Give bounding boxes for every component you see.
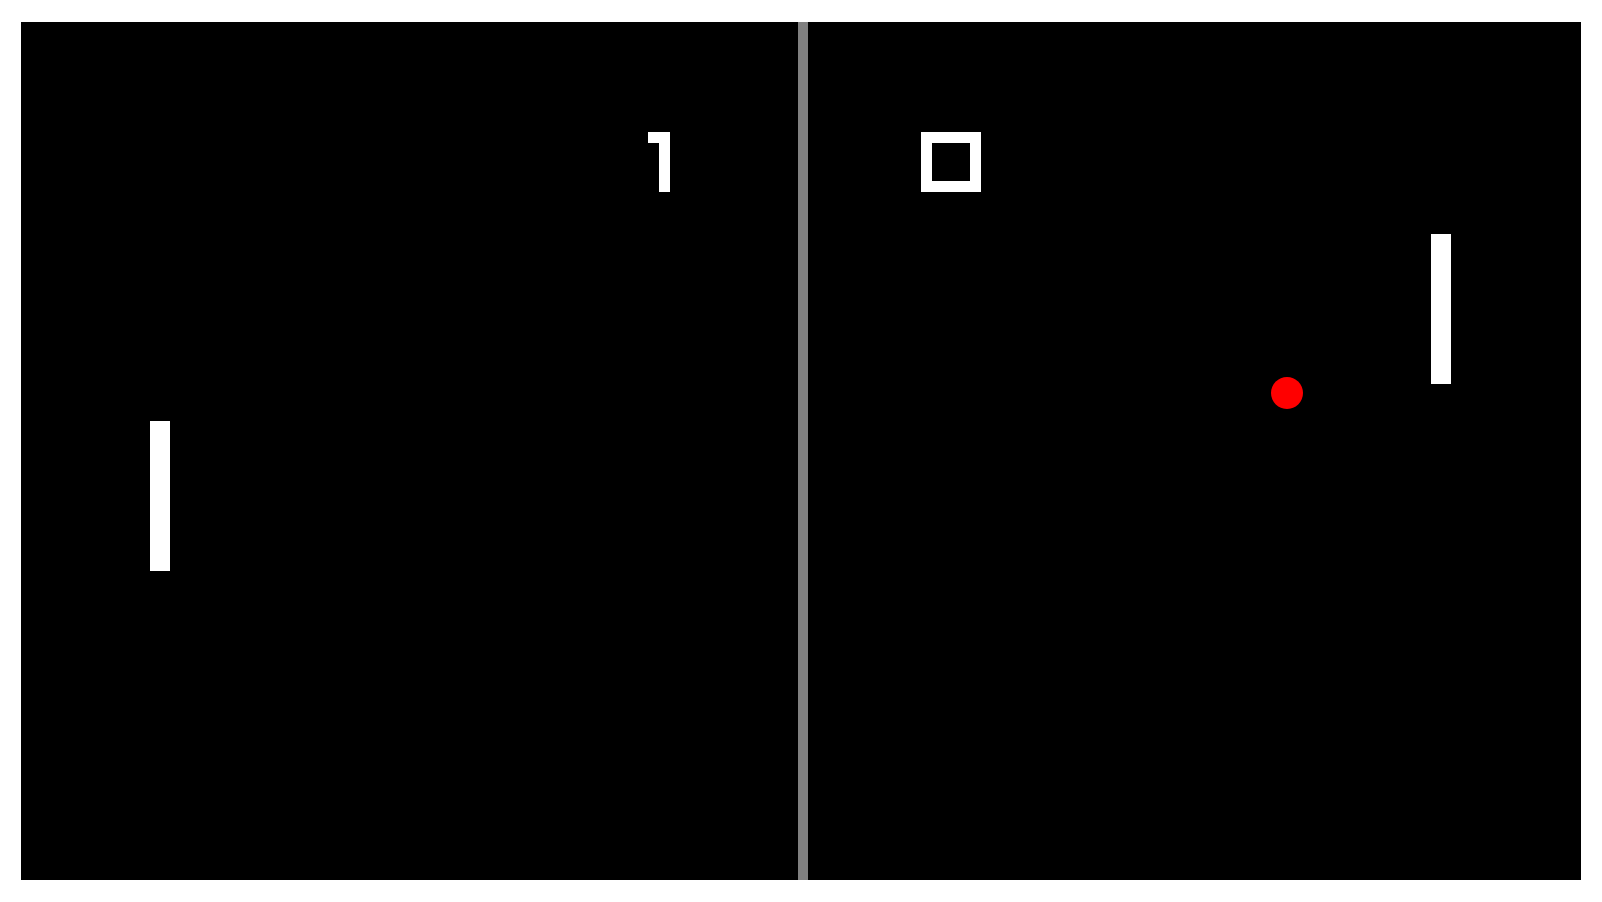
- center-net: [798, 22, 808, 880]
- score-digit-1-icon: [648, 132, 670, 192]
- score-digit-0-icon: [921, 132, 981, 192]
- right-paddle[interactable]: [1431, 234, 1451, 384]
- game-court[interactable]: 1 0: [21, 22, 1581, 880]
- ball: [1271, 377, 1303, 409]
- game-window-frame: 1 0: [0, 0, 1602, 902]
- right-player-score: 0: [921, 132, 981, 192]
- left-player-score: 1: [639, 132, 699, 192]
- left-paddle[interactable]: [150, 421, 170, 571]
